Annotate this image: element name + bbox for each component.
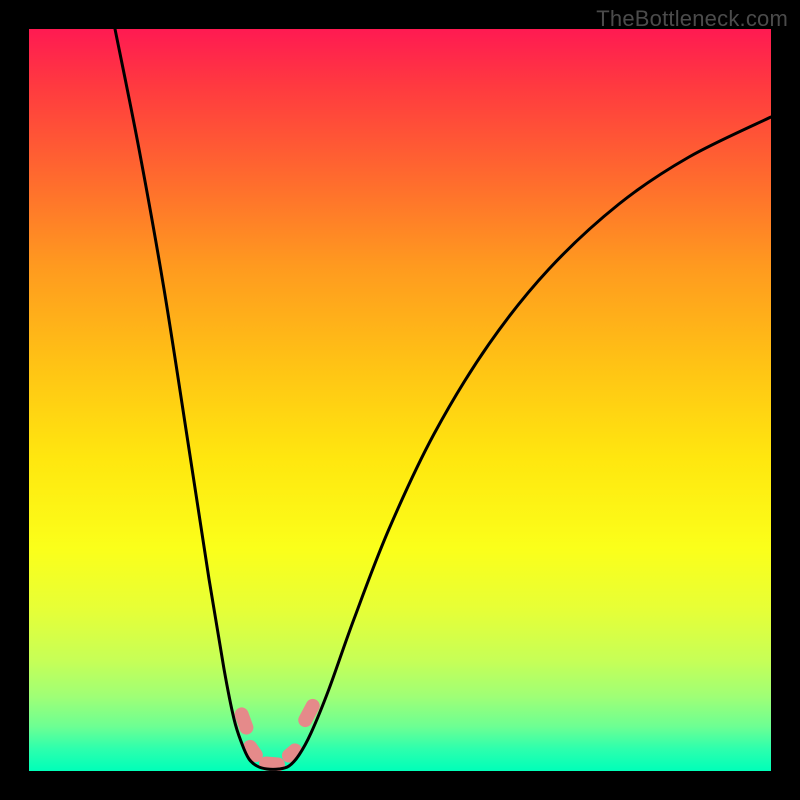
- watermark-text: TheBottleneck.com: [596, 6, 788, 32]
- bottleneck-curve-path: [115, 29, 771, 769]
- chart-svg: [29, 29, 771, 771]
- curve-marker: [233, 705, 256, 736]
- chart-frame: TheBottleneck.com: [0, 0, 800, 800]
- markers-group: [233, 696, 323, 771]
- plot-area: [29, 29, 771, 771]
